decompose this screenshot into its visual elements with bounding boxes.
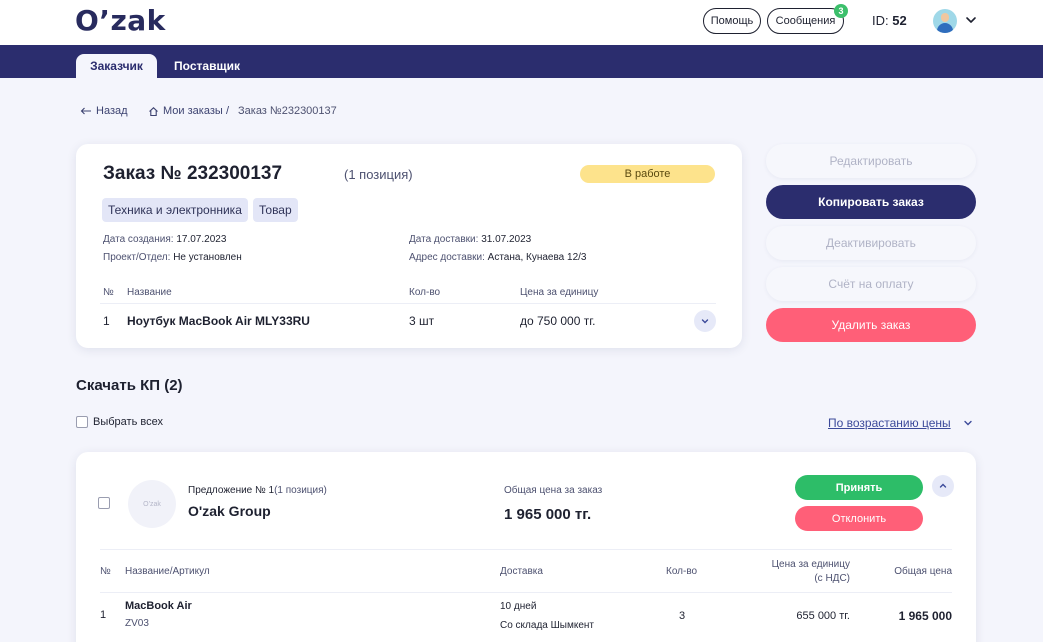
col-qty: Кол-во: [666, 566, 698, 577]
offer-item-sku: ZV03: [125, 618, 149, 629]
role-tabs: Заказчик Поставщик: [0, 45, 1043, 78]
col-num: №: [103, 287, 114, 298]
col-name-sku: Название/Артикул: [125, 566, 210, 577]
offer-item-num: 1: [100, 609, 107, 621]
offer-number: Предложение № 1(1 позиция): [188, 485, 327, 496]
my-orders-label: Мои заказы: [163, 105, 223, 117]
user-id-value: 52: [892, 13, 907, 28]
col-unit-price: Цена за единицу (с НДС): [771, 559, 850, 584]
tab-supplier[interactable]: Поставщик: [168, 54, 246, 78]
delivery-date: Дата доставки: 31.07.2023: [409, 234, 532, 245]
offer-total: 1 965 000 тг.: [504, 506, 592, 523]
offer-item-total: 1 965 000: [898, 609, 952, 623]
col-num: №: [100, 566, 111, 577]
offer-item-unit-price: 655 000 тг.: [796, 610, 850, 622]
col-name: Название: [127, 287, 172, 298]
company-logo: O'zak: [128, 480, 176, 528]
select-all-label: Выбрать всех: [93, 416, 163, 428]
edit-button[interactable]: Редактировать: [766, 144, 976, 178]
messages-button[interactable]: Сообщения 3: [767, 4, 848, 34]
back-link[interactable]: Назад: [80, 105, 128, 117]
order-card: Заказ № 232300137 (1 позиция) В работе Т…: [76, 144, 742, 348]
breadcrumb-current: Заказ №232300137: [238, 105, 337, 117]
delivery-address: Адрес доставки: Астана, Кунаева 12/3: [409, 252, 587, 263]
invoice-button[interactable]: Счёт на оплату: [766, 267, 976, 301]
col-qty: Кол-во: [409, 287, 441, 298]
delete-order-button[interactable]: Удалить заказ: [766, 308, 976, 342]
help-button[interactable]: Помощь: [703, 8, 761, 34]
user-id-label: ID:: [872, 13, 889, 28]
select-all-checkbox[interactable]: [76, 416, 88, 428]
select-all[interactable]: Выбрать всех: [76, 416, 163, 428]
tab-customer[interactable]: Заказчик: [76, 54, 157, 78]
col-delivery: Доставка: [500, 566, 543, 577]
offer-item-name: MacBook Air: [125, 600, 192, 612]
messages-label: Сообщения: [775, 15, 836, 27]
accept-button[interactable]: Принять: [795, 475, 923, 500]
breadcrumb-my-orders[interactable]: Мои заказы: [148, 105, 223, 117]
col-total: Общая цена: [894, 566, 952, 577]
item-num: 1: [103, 314, 110, 328]
offer-company: O'zak Group: [188, 503, 271, 519]
reject-button[interactable]: Отклонить: [795, 506, 923, 531]
arrow-left-icon: [80, 107, 91, 115]
offer-delivery-from: Со склада Шымкент: [500, 620, 594, 631]
home-icon: [149, 106, 158, 116]
item-name: Ноутбук MacBook Air MLY33RU: [127, 314, 310, 328]
expand-item-button[interactable]: [694, 310, 716, 332]
chevron-down-icon: [701, 319, 709, 324]
offer-card: O'zak Предложение № 1(1 позиция) O'zak G…: [76, 452, 976, 642]
divider: [100, 303, 716, 304]
sort-dropdown[interactable]: По возрастанию цены: [828, 416, 951, 430]
logo[interactable]: O’zak: [75, 4, 166, 37]
breadcrumb-separator: /: [226, 105, 230, 117]
project-department: Проект/Отдел: Не установлен: [103, 252, 242, 263]
back-label: Назад: [96, 105, 128, 117]
order-title: Заказ № 232300137: [103, 163, 283, 184]
chevron-up-icon: [939, 483, 947, 488]
chevron-down-icon[interactable]: [964, 13, 978, 27]
col-price: Цена за единицу: [520, 287, 599, 298]
kp-title[interactable]: Скачать КП (2): [76, 377, 183, 394]
top-header: O’zak Помощь Сообщения 3 ID: 52: [0, 0, 1043, 45]
offer-total-label: Общая цена за заказ: [504, 485, 603, 496]
offer-item-qty: 3: [679, 610, 686, 622]
type-tag: Товар: [253, 198, 298, 222]
deactivate-button[interactable]: Деактивировать: [766, 226, 976, 260]
item-qty: 3 шт: [409, 314, 435, 328]
status-badge: В работе: [580, 165, 715, 183]
user-id: ID: 52: [872, 13, 907, 28]
offer-checkbox[interactable]: [98, 497, 110, 509]
category-tag: Техника и электронника: [102, 198, 248, 222]
chevron-down-icon[interactable]: [962, 417, 974, 429]
copy-order-button[interactable]: Копировать заказ: [766, 185, 976, 219]
order-positions: (1 позиция): [344, 167, 413, 182]
created-date: Дата создания: 17.07.2023: [103, 234, 227, 245]
offer-delivery-days: 10 дней: [500, 601, 537, 612]
messages-count-badge: 3: [834, 4, 848, 18]
collapse-offer-button[interactable]: [932, 475, 954, 497]
avatar[interactable]: [933, 9, 957, 33]
item-price: до 750 000 тг.: [520, 314, 596, 328]
divider: [100, 592, 952, 593]
divider: [100, 549, 952, 550]
